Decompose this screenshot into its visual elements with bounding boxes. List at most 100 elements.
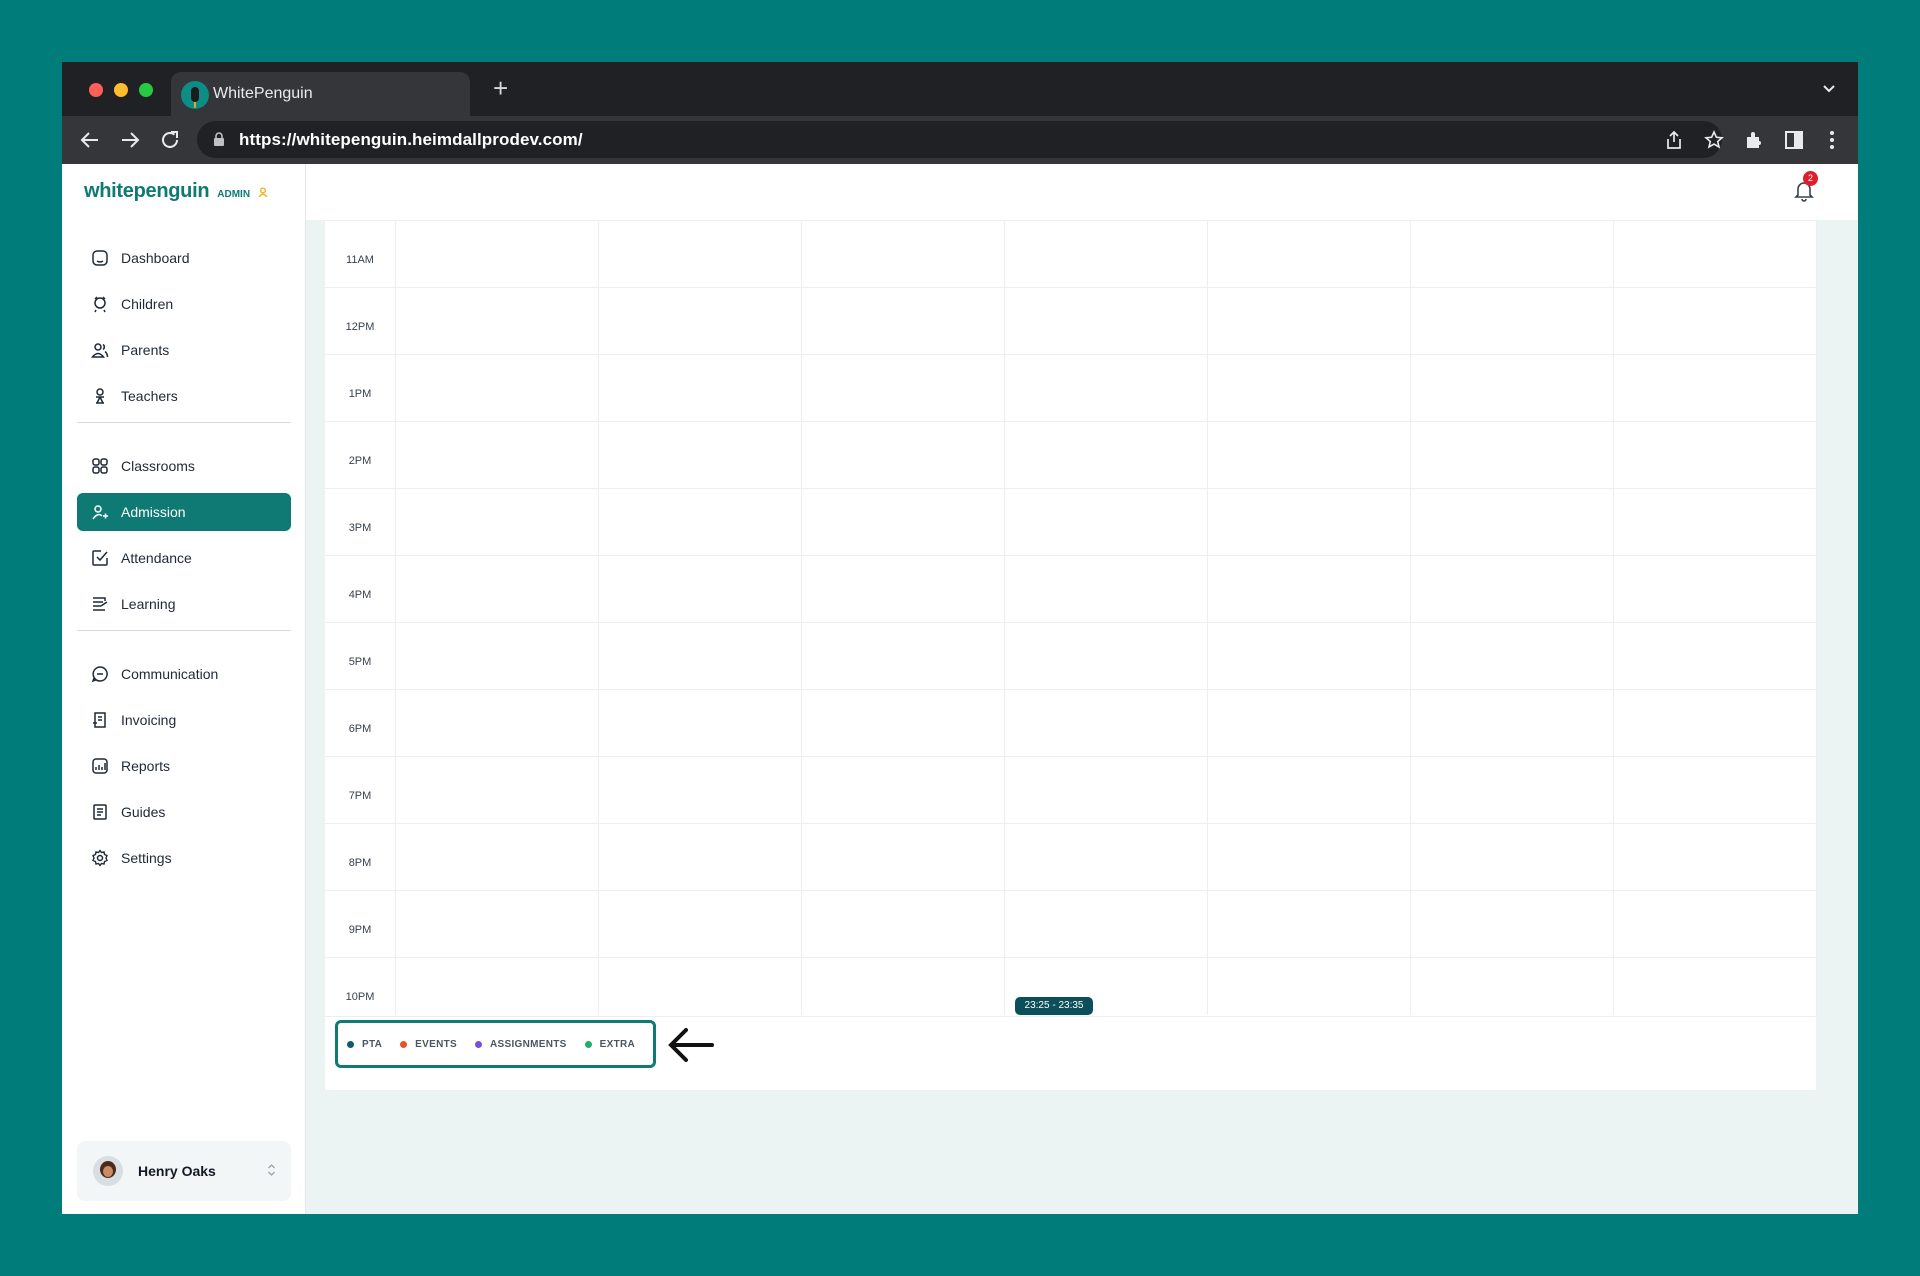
- lock-icon: [214, 132, 224, 146]
- grid-column-line: [598, 220, 599, 1015]
- sidebar-item-classrooms[interactable]: Classrooms: [77, 447, 291, 485]
- sidebar-item-label: Settings: [121, 850, 172, 866]
- app-logo[interactable]: whitepenguin ADMIN: [84, 180, 268, 203]
- grid-row-line: [325, 421, 1816, 422]
- favicon-icon: [181, 81, 209, 109]
- legend-item[interactable]: ASSIGNMENTS: [474, 1038, 567, 1050]
- grid-column-line: [801, 220, 802, 1015]
- parents-icon: [91, 343, 109, 358]
- kebab-menu-icon[interactable]: [1820, 128, 1844, 152]
- grid-row-line: [325, 622, 1816, 623]
- user-name: Henry Oaks: [138, 1163, 216, 1179]
- reload-icon[interactable]: [158, 128, 182, 152]
- sidebar-item-label: Admission: [121, 504, 186, 520]
- time-label: 1PM: [348, 388, 372, 400]
- grid-row-line: [325, 488, 1816, 489]
- children-icon: [94, 296, 106, 313]
- sidebar-item-label: Parents: [121, 342, 170, 358]
- user-menu[interactable]: Henry Oaks: [77, 1141, 291, 1201]
- dashboard-icon: [92, 250, 108, 266]
- new-tab-button[interactable]: +: [493, 75, 508, 101]
- sidebar: whitepenguin ADMIN Dashboard Children Pa…: [62, 164, 306, 1214]
- grid-column-line: [1613, 220, 1614, 1015]
- time-label: 7PM: [348, 790, 372, 802]
- user-badge-icon: [258, 187, 268, 197]
- browser-tab[interactable]: WhitePenguin: [171, 72, 470, 116]
- legend-item[interactable]: EVENTS: [400, 1039, 457, 1050]
- browser-tabstrip: WhitePenguin +: [62, 62, 1858, 116]
- settings-icon: [92, 849, 108, 867]
- sidebar-item-reports[interactable]: Reports: [77, 747, 291, 785]
- attendance-icon: [92, 550, 108, 566]
- bookmark-star-icon[interactable]: [1703, 129, 1725, 151]
- sidebar-item-communication[interactable]: Communication: [77, 655, 291, 693]
- grid-row-line: [325, 555, 1816, 556]
- grid-row-line: [325, 287, 1816, 288]
- sidebar-item-label: Classrooms: [121, 458, 195, 474]
- maximize-window-button[interactable]: [139, 83, 153, 97]
- legend-dot-icon: [584, 1040, 592, 1048]
- legend-label: ASSIGNMENTS: [489, 1038, 567, 1050]
- grid-column-line: [1816, 220, 1817, 1015]
- minimize-window-button[interactable]: [114, 83, 128, 97]
- grid-row-line: [325, 220, 1816, 221]
- main-content: 11AM12PM1PM2PM3PM4PM5PM6PM7PM8PM9PM10PM1…: [306, 220, 1858, 1214]
- learning-icon: [93, 597, 108, 611]
- sidebar-item-guides[interactable]: Guides: [77, 793, 291, 831]
- legend-dot-icon: [347, 1040, 354, 1048]
- sidebar-item-teachers[interactable]: Teachers: [77, 377, 291, 415]
- browser-toolbar: https://whitepenguin.heimdallprodev.com/: [62, 116, 1858, 164]
- calendar-event[interactable]: 23:25 - 23:35: [1015, 997, 1093, 1015]
- url-text: https://whitepenguin.heimdallprodev.com/: [239, 130, 583, 149]
- app-root: whitepenguin ADMIN Dashboard Children Pa…: [62, 164, 1858, 1214]
- grid-column-line: [395, 220, 396, 1015]
- sidebar-item-settings[interactable]: Settings: [77, 839, 291, 877]
- grid-row-line: [325, 823, 1816, 824]
- time-label: 10PM: [345, 991, 375, 1003]
- legend-item[interactable]: EXTRA: [584, 1038, 636, 1050]
- sidebar-item-invoicing[interactable]: Invoicing: [77, 701, 291, 739]
- grid-row-line: [325, 756, 1816, 757]
- sidebar-item-label: Learning: [121, 596, 176, 612]
- close-window-button[interactable]: [89, 83, 103, 97]
- time-label: 6PM: [348, 723, 372, 735]
- calendar-legend-bar: PTA EVENTS ASSIGNMENTS EXTRA: [325, 1016, 1816, 1068]
- sidebar-item-label: Attendance: [121, 550, 192, 566]
- grid-column-line: [1410, 220, 1411, 1015]
- time-label: 12PM: [345, 321, 375, 333]
- sidebar-item-label: Reports: [121, 758, 171, 774]
- forward-icon[interactable]: [118, 128, 142, 152]
- legend-item[interactable]: PTA: [347, 1039, 382, 1050]
- sidebar-item-admission[interactable]: Admission: [77, 493, 291, 531]
- chevron-up-down-icon: [268, 1164, 275, 1176]
- share-icon[interactable]: [1663, 129, 1685, 151]
- grid-row-line: [325, 689, 1816, 690]
- time-label: 8PM: [348, 857, 372, 869]
- admin-badge: ADMIN: [217, 189, 251, 200]
- back-icon[interactable]: [78, 128, 102, 152]
- grid-row-line: [325, 354, 1816, 355]
- sidebar-item-dashboard[interactable]: Dashboard: [77, 239, 291, 277]
- sidebar-item-attendance[interactable]: Attendance: [77, 539, 291, 577]
- sidebar-item-children[interactable]: Children: [77, 285, 291, 323]
- address-bar[interactable]: https://whitepenguin.heimdallprodev.com/: [197, 121, 1725, 158]
- legend-dot-icon: [474, 1040, 482, 1048]
- calendar-week-view: 11AM12PM1PM2PM3PM4PM5PM6PM7PM8PM9PM10PM1…: [325, 220, 1817, 1090]
- time-label: 11AM: [346, 254, 374, 266]
- calendar-grid[interactable]: 11AM12PM1PM2PM3PM4PM5PM6PM7PM8PM9PM10PM1…: [325, 220, 1817, 1070]
- legend-dot-icon: [400, 1040, 408, 1048]
- grid-column-line: [1004, 220, 1005, 1015]
- time-label: 2PM: [348, 455, 372, 467]
- guides-icon: [93, 804, 107, 820]
- time-label: 9PM: [348, 924, 372, 936]
- side-panel-icon[interactable]: [1782, 128, 1806, 152]
- sidebar-item-label: Guides: [121, 804, 166, 820]
- sidebar-item-parents[interactable]: Parents: [77, 331, 291, 369]
- sidebar-item-learning[interactable]: Learning: [77, 585, 291, 623]
- time-label: 3PM: [348, 522, 372, 534]
- extensions-icon[interactable]: [1742, 128, 1766, 152]
- sidebar-item-label: Invoicing: [121, 712, 177, 728]
- legend-label: EXTRA: [599, 1038, 636, 1050]
- browser-window: WhitePenguin + https://whitepenguin.heim…: [62, 62, 1858, 1214]
- chevron-down-icon[interactable]: [1822, 84, 1836, 94]
